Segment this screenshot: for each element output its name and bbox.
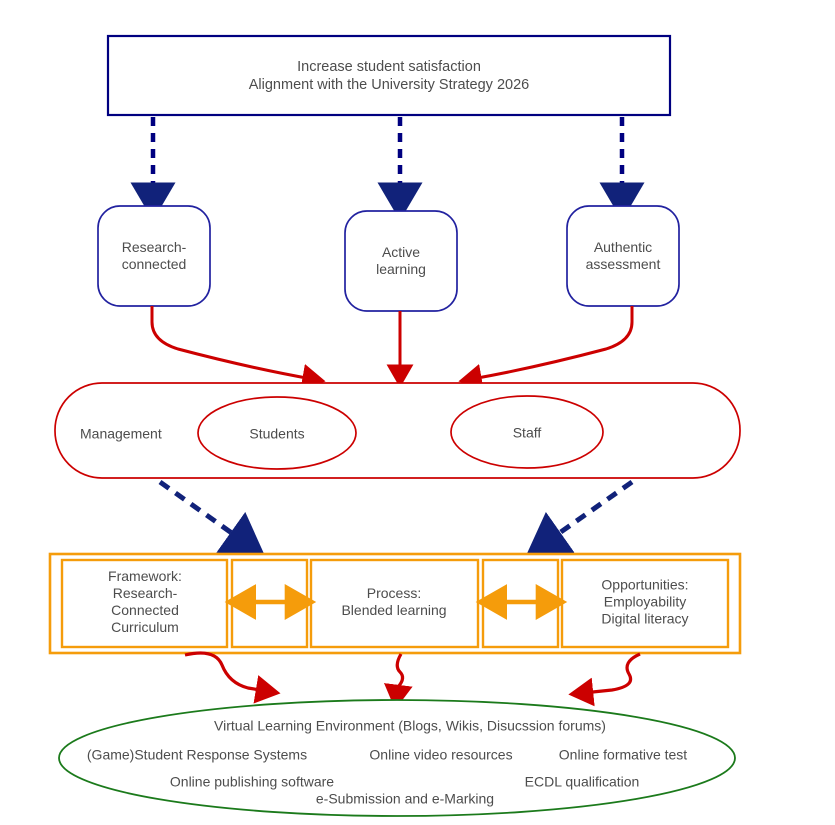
dashed-arrow-stakeholders-to-framework (158, 479, 266, 557)
stakeholders-container (54, 382, 741, 479)
red-squiggle-arrow-center (383, 653, 413, 710)
delivery-box-framework (60, 558, 229, 649)
red-squiggle-arrow-right (568, 652, 641, 707)
dashed-arrow-stakeholders-to-opportunities (525, 479, 634, 557)
objective-box (106, 34, 672, 117)
pedagogy-node-active-learning (344, 210, 458, 312)
stakeholder-ellipse-staff (450, 395, 604, 469)
pedagogy-node-research-connected (97, 205, 211, 307)
stakeholder-ellipse-students (197, 396, 357, 470)
delivery-box-process (309, 558, 480, 649)
diagram-vector-layer (48, 34, 742, 817)
delivery-box-opportunities (560, 558, 730, 649)
technology-ellipse (58, 699, 736, 817)
diagram-canvas: Increase student satisfaction Alignment w… (0, 0, 835, 825)
red-arrow-authentic-to-stakeholders (458, 306, 634, 391)
red-arrow-research-to-stakeholders (150, 306, 326, 391)
pedagogy-node-authentic-assessment (566, 205, 680, 307)
red-squiggle-arrow-left (184, 651, 281, 704)
